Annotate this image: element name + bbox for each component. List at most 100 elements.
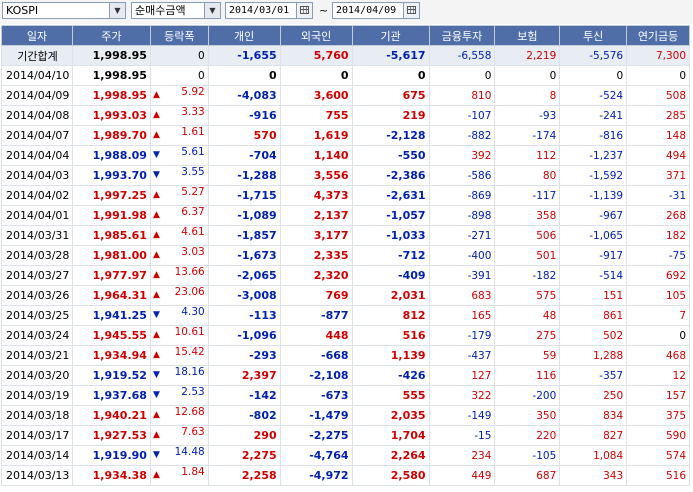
change-cell: ▲ 12.68 xyxy=(149,405,209,426)
individual-cell: -142 xyxy=(207,385,281,406)
calendar-icon[interactable] xyxy=(296,3,312,18)
foreign-cell: -668 xyxy=(279,345,353,366)
chevron-down-icon[interactable]: ▼ xyxy=(109,3,125,18)
change-value: 0 xyxy=(198,49,205,62)
price-cell: 1,993.70 xyxy=(71,165,151,186)
table-row[interactable]: 2014/03/19 1,937.68 ▼ 2.53 -142 -673 555 322 -20… xyxy=(1,385,690,406)
triangle-up-icon: ▲ xyxy=(152,350,160,360)
foreign-cell: 2,137 xyxy=(279,205,353,226)
individual-cell: -1,673 xyxy=(207,245,281,266)
pension-cell: 285 xyxy=(626,105,690,126)
institution-cell: -550 xyxy=(351,145,430,166)
market-select[interactable]: KOSPI ▼ xyxy=(2,2,126,19)
change-value: 0 xyxy=(198,69,205,82)
column-header[interactable]: 보험 xyxy=(494,25,561,46)
trust-cell: -524 xyxy=(559,85,628,106)
triangle-down-icon: ▼ xyxy=(152,370,160,380)
table-row[interactable]: 2014/03/18 1,940.21 ▲ 12.68 -802 -1,479 2,035-… xyxy=(1,405,690,426)
table-row[interactable]: 2014/03/25 1,941.25 ▼ 4.30 -113 -877 812 165 48 8… xyxy=(1,305,690,326)
date-cell: 2014/04/10 xyxy=(1,65,73,86)
column-header[interactable]: 금융투자 xyxy=(428,25,496,46)
column-header[interactable]: 투신 xyxy=(559,25,628,46)
price-cell: 1,991.98 xyxy=(71,205,151,226)
table-row[interactable]: 2014/03/24 1,945.55 ▲ 10.61 -1,096 448 516 -179… xyxy=(1,325,690,346)
table-row[interactable]: 2014/04/03 1,993.70 ▼ 3.55 -1,288 3,556 -2,386… xyxy=(1,165,690,186)
price-cell: 1,989.70 xyxy=(71,125,151,146)
chevron-down-icon[interactable]: ▼ xyxy=(204,3,220,18)
change-cell: ▲ 5.92 xyxy=(149,85,209,106)
trust-cell: -917 xyxy=(559,245,628,266)
column-header[interactable]: 일자 xyxy=(1,25,73,46)
column-header[interactable]: 주가 xyxy=(71,25,151,46)
table-row[interactable]: 2014/03/28 1,981.00 ▲ 3.03 -1,673 2,335 -712 -4… xyxy=(1,245,690,266)
individual-cell: -3,008 xyxy=(207,285,281,306)
table-row[interactable]: 2014/03/13 1,934.38 ▲ 1.84 2,258 -4,972 2,580 4… xyxy=(1,465,690,486)
change-cell: ▲ 10.61 xyxy=(149,325,209,346)
table-row[interactable]: 2014/04/08 1,993.03 ▲ 3.33 -916 755 219 -107 -93… xyxy=(1,105,690,126)
pension-cell: 494 xyxy=(626,145,690,166)
calendar-icon[interactable] xyxy=(403,3,419,18)
individual-cell: 0 xyxy=(207,65,281,86)
column-header[interactable]: 연기금등 xyxy=(626,25,690,46)
table-row[interactable]: 2014/03/26 1,964.31 ▲ 23.06 -3,008 769 2,031 68… xyxy=(1,285,690,306)
financial-invest-cell: 683 xyxy=(428,285,496,306)
change-value: 14.48 xyxy=(174,446,205,459)
change-value: 3.33 xyxy=(181,106,205,119)
individual-cell: -802 xyxy=(207,405,281,426)
start-date-field[interactable]: 2014/03/01 xyxy=(225,2,313,19)
individual-cell: -916 xyxy=(207,105,281,126)
column-header[interactable]: 외국인 xyxy=(279,25,353,46)
column-header[interactable]: 등락폭 xyxy=(149,25,209,46)
institution-cell: 812 xyxy=(351,305,430,326)
date-cell: 기간합계 xyxy=(1,45,73,66)
pension-cell: -31 xyxy=(626,185,690,206)
foreign-cell: -1,479 xyxy=(279,405,353,426)
price-cell: 1,981.00 xyxy=(71,245,151,266)
change-value: 5.61 xyxy=(181,146,205,159)
table-row[interactable]: 2014/03/20 1,919.52 ▼ 18.16 2,397 -2,108 -426 1… xyxy=(1,365,690,386)
insurance-cell: 80 xyxy=(494,165,561,186)
date-cell: 2014/04/09 xyxy=(1,85,73,106)
pension-cell: 0 xyxy=(626,65,690,86)
insurance-cell: 48 xyxy=(494,305,561,326)
table-row[interactable]: 2014/03/31 1,985.61 ▲ 4.61 -1,857 3,177 -1,033… xyxy=(1,225,690,246)
column-header[interactable]: 기관 xyxy=(351,25,430,46)
price-cell: 1,934.38 xyxy=(71,465,151,486)
individual-cell: -1,857 xyxy=(207,225,281,246)
change-value: 3.03 xyxy=(181,246,205,259)
table-row[interactable]: 2014/03/14 1,919.90 ▼ 14.48 2,275 -4,764 2,264… xyxy=(1,445,690,466)
foreign-cell: 1,619 xyxy=(279,125,353,146)
change-cell: ▲ 1.61 xyxy=(149,125,209,146)
institution-cell: -2,386 xyxy=(351,165,430,186)
individual-cell: 2,275 xyxy=(207,445,281,466)
column-header[interactable]: 개인 xyxy=(207,25,281,46)
table-row[interactable]: 2014/04/09 1,998.95 ▲ 5.92 -4,083 3,600 675 810… xyxy=(1,85,690,106)
date-cell: 2014/03/31 xyxy=(1,225,73,246)
change-value: 1.84 xyxy=(181,466,205,479)
table-row[interactable]: 2014/03/17 1,927.53 ▲ 7.63 290 -2,275 1,704 -15… xyxy=(1,425,690,446)
change-cell: ▲ 13.66 xyxy=(149,265,209,286)
date-cell: 2014/04/01 xyxy=(1,205,73,226)
table-row[interactable]: 2014/03/21 1,934.94 ▲ 15.42 -293 -668 1,139 -43… xyxy=(1,345,690,366)
table-row[interactable]: 2014/04/02 1,997.25 ▲ 5.27 -1,715 4,373 -2,631… xyxy=(1,185,690,206)
table-row[interactable]: 2014/03/27 1,977.97 ▲ 13.66 -2,065 2,320 -409-… xyxy=(1,265,690,286)
institution-cell: 675 xyxy=(351,85,430,106)
institution-cell: -2,631 xyxy=(351,185,430,206)
financial-invest-cell: 234 xyxy=(428,445,496,466)
mode-select[interactable]: 순매수금액 ▼ xyxy=(131,2,221,19)
date-range-separator: ~ xyxy=(319,4,329,17)
table-row[interactable]: 2014/04/04 1,988.09 ▼ 5.61 -704 1,140 -550 392 1… xyxy=(1,145,690,166)
price-cell: 1,964.31 xyxy=(71,285,151,306)
total-row[interactable]: 기간합계 1,998.95 0 -1,655 5,760 -5,617 -6,558 2,21… xyxy=(1,45,690,66)
institution-cell: 1,704 xyxy=(351,425,430,446)
table-row[interactable]: 2014/04/07 1,989.70 ▲ 1.61 570 1,619 -2,128 -88… xyxy=(1,125,690,146)
end-date-field[interactable]: 2014/04/09 xyxy=(332,2,420,19)
institution-cell: -426 xyxy=(351,365,430,386)
foreign-cell: -4,972 xyxy=(279,465,353,486)
financial-invest-cell: -149 xyxy=(428,405,496,426)
insurance-cell: -93 xyxy=(494,105,561,126)
table-row[interactable]: 2014/04/01 1,991.98 ▲ 6.37 -1,089 2,137 -1,057… xyxy=(1,205,690,226)
individual-cell: -1,089 xyxy=(207,205,281,226)
table-row[interactable]: 2014/04/10 1,998.95 0 0 0 0 0 0 0 0 xyxy=(1,65,690,86)
change-value: 18.16 xyxy=(174,366,205,379)
